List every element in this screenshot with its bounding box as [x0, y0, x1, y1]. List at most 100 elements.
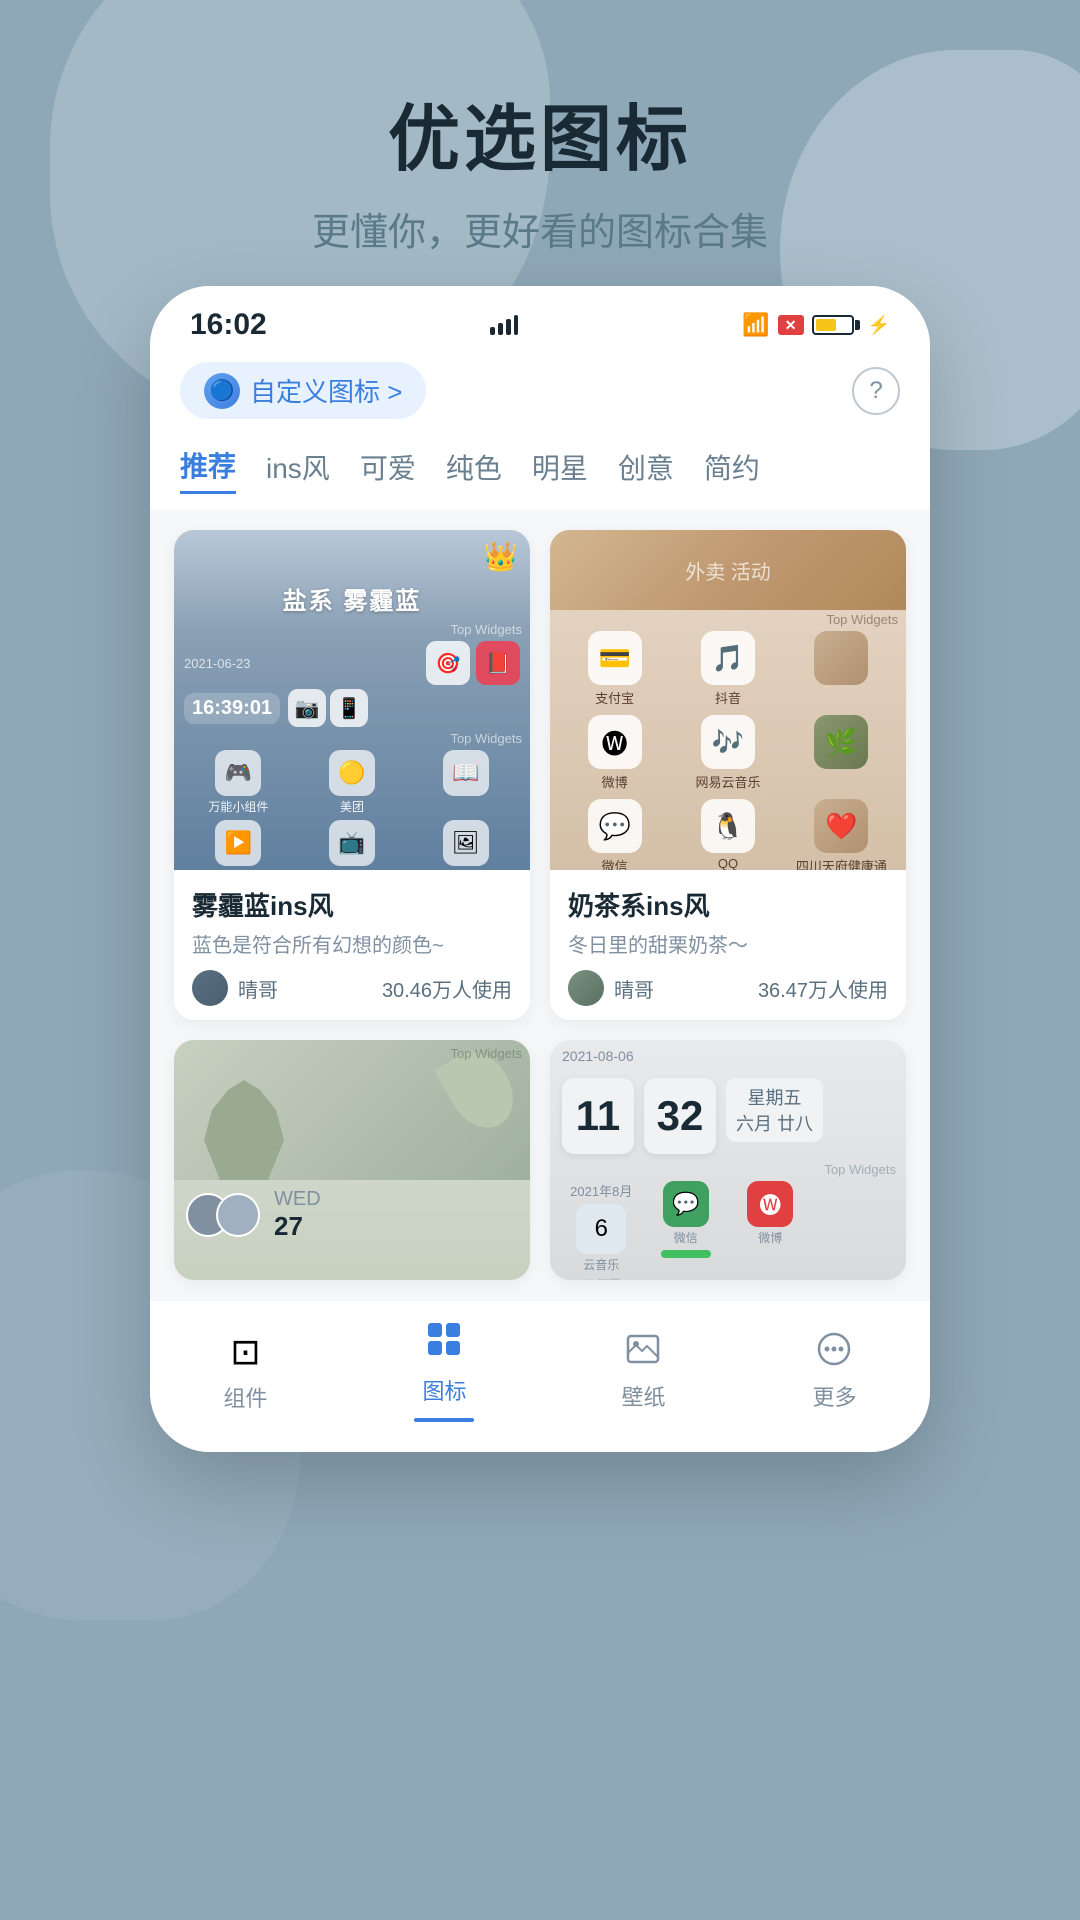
bottom-nav: ⊡ 组件 图标 壁纸 [150, 1300, 930, 1452]
theme-preview-1: 👑 盐系 雾霾蓝 Top Widgets 2021-06-23 🎯 📕 16:3… [174, 530, 530, 870]
nav-item-wallpaper[interactable]: 壁纸 [621, 1331, 665, 1412]
card1-app-row: 🎮 万能小组件 🟡 美团 📖 ▶️ 腾讯视频 [174, 746, 530, 870]
themes-grid: 👑 盐系 雾霾蓝 Top Widgets 2021-06-23 🎯 📕 16:3… [150, 510, 930, 1300]
tab-cute[interactable]: 可爱 [360, 447, 416, 493]
battery-icon [812, 315, 860, 335]
theme-desc-2: 冬日里的甜栗奶茶～ [568, 929, 888, 958]
wifi-icon: 📶 [742, 312, 769, 338]
bolt-icon: ⚡ [868, 315, 890, 336]
card4-app-row: 2021年8月 6 云音乐 40.77万 💬 微信 [550, 1177, 906, 1280]
theme-info-2: 奶茶系ins风 冬日里的甜栗奶茶～ 晴哥 36.47万人使用 [550, 870, 906, 1020]
card3-image: Top Widgets [174, 1040, 530, 1180]
icons-icon [426, 1321, 462, 1366]
theme-preview-3: Top Widgets WED 27 [174, 1040, 530, 1280]
app-icon-xiaohongshu: 📖 [443, 750, 489, 796]
app-qq: 🐧 [701, 799, 755, 853]
custom-icon-circle: 🔵 [204, 373, 240, 409]
theme-name-1: 雾霾蓝ins风 [192, 886, 512, 923]
tab-star[interactable]: 明星 [532, 447, 588, 493]
app-weibo: 🅦 [588, 715, 642, 769]
theme-meta-2: 晴哥 36.47万人使用 [568, 970, 888, 1006]
app-netease: 🎶 [701, 715, 755, 769]
author-avatar-1 [192, 970, 228, 1006]
usage-count-1: 30.46万人使用 [382, 974, 512, 1003]
usage-count-2: 36.47万人使用 [758, 974, 888, 1003]
theme-name-2: 奶茶系ins风 [568, 886, 888, 923]
theme-desc-1: 蓝色是符合所有幻想的颜色~ [192, 929, 512, 958]
theme-preview-2: 外卖 活动 Top Widgets 💳 支付宝 🎵 抖音 [550, 530, 906, 870]
nav-label-wallpaper: 壁纸 [621, 1380, 665, 1412]
nav-label-icons: 图标 [422, 1374, 466, 1406]
card4-clock-area: 11 32 星期五 六月 廿八 [550, 1064, 906, 1162]
tab-recommend[interactable]: 推荐 [180, 445, 236, 494]
mini-app-4: 📱 [330, 689, 368, 727]
category-tabs: 推荐 ins风 可爱 纯色 明星 创意 简约 [150, 429, 930, 510]
tab-ins[interactable]: ins风 [266, 447, 330, 493]
tab-simple[interactable]: 简约 [704, 447, 760, 493]
mini-app-3: 📷 [288, 689, 326, 727]
mini-app-2: 📕 [476, 641, 520, 685]
nav-label-more: 更多 [812, 1380, 856, 1412]
card1-clock: 16:39:01 [184, 693, 280, 724]
theme-meta-1: 晴哥 30.46万人使用 [192, 970, 512, 1006]
help-icon: ? [869, 377, 882, 405]
app-icon-tencent: ▶️ [215, 820, 261, 866]
more-icon [816, 1331, 852, 1372]
nav-indicator-icons [414, 1418, 474, 1422]
c4-weibo: 🅦 [747, 1181, 793, 1227]
author-name-2: 晴哥 [614, 974, 654, 1003]
phone-frame: 16:02 📶 ✕ ⚡ 🔵 自定义图标 > [150, 286, 930, 1452]
custom-icon-text: 自定义图标 > [250, 372, 402, 409]
app-douyin: 🎵 [701, 631, 755, 685]
profile-2 [216, 1193, 260, 1237]
tab-creative[interactable]: 创意 [618, 447, 674, 493]
card4-minute: 32 [644, 1078, 716, 1154]
card2-banner: 外卖 活动 [550, 530, 906, 610]
c4-calendar: 6 [576, 1204, 626, 1254]
crown-badge: 👑 [483, 540, 518, 573]
app-alipay: 💳 [588, 631, 642, 685]
app-wechat: 💬 [588, 799, 642, 853]
custom-icon-button[interactable]: 🔵 自定义图标 > [180, 362, 426, 419]
page-title: 优选图标 [312, 80, 768, 185]
author-name-1: 晴哥 [238, 974, 278, 1003]
card4-date-side: 星期五 六月 廿八 [726, 1078, 823, 1142]
status-right-icons: 📶 ✕ ⚡ [742, 312, 890, 338]
tab-pure[interactable]: 纯色 [446, 447, 502, 493]
app-health: ❤️ [814, 799, 868, 853]
nav-label-widgets: 组件 [223, 1381, 267, 1413]
theme-card-haze-blue[interactable]: 👑 盐系 雾霾蓝 Top Widgets 2021-06-23 🎯 📕 16:3… [174, 530, 530, 1020]
theme-card-4[interactable]: 2021-08-06 11 32 星期五 六月 廿八 Top Widgets 2… [550, 1040, 906, 1280]
status-bar: 16:02 📶 ✕ ⚡ [150, 286, 930, 352]
card2-app-grid: 💳 支付宝 🎵 抖音 🅦 微博 [550, 627, 906, 870]
widgets-icon: ⊡ [230, 1331, 260, 1373]
app-scenic: 🌿 [814, 715, 868, 769]
tw-label-1: Top Widgets [174, 622, 530, 637]
nav-item-widgets[interactable]: ⊡ 组件 [223, 1331, 267, 1413]
theme-preview-4: 2021-08-06 11 32 星期五 六月 廿八 Top Widgets 2… [550, 1040, 906, 1280]
tw-label-card2: Top Widgets [550, 612, 906, 627]
wallpaper-icon [625, 1331, 661, 1372]
help-button[interactable]: ? [852, 367, 900, 415]
signal-icon [490, 315, 518, 335]
app-icon-photo: 🖼 [443, 820, 489, 866]
card1-title: 盐系 雾霾蓝 [174, 573, 530, 620]
theme-card-milk-tea[interactable]: 外卖 活动 Top Widgets 💳 支付宝 🎵 抖音 [550, 530, 906, 1020]
card4-hour: 11 [562, 1078, 634, 1154]
nav-item-more[interactable]: 更多 [812, 1331, 856, 1412]
author-avatar-2 [568, 970, 604, 1006]
nav-item-icons[interactable]: 图标 [414, 1321, 474, 1422]
app-icon-bilibili: 📺 [329, 820, 375, 866]
theme-info-1: 雾霾蓝ins风 蓝色是符合所有幻想的颜色~ 晴哥 30.46万人使用 [174, 870, 530, 1020]
card3-bottom: WED 27 [174, 1180, 530, 1250]
top-bar: 🔵 自定义图标 > ? [150, 352, 930, 429]
mini-app-1: 🎯 [426, 641, 470, 685]
cat-silhouette [204, 1080, 284, 1180]
tw-label-2: Top Widgets [174, 731, 530, 746]
page-header: 优选图标 更懂你，更好看的图标合集 [312, 80, 768, 256]
theme-card-3[interactable]: Top Widgets WED 27 [174, 1040, 530, 1280]
c4-wechat: 💬 [663, 1181, 709, 1227]
app-icon-wanpu: 🎮 [215, 750, 261, 796]
app-icon-meituan: 🟡 [329, 750, 375, 796]
status-time: 16:02 [190, 308, 267, 342]
